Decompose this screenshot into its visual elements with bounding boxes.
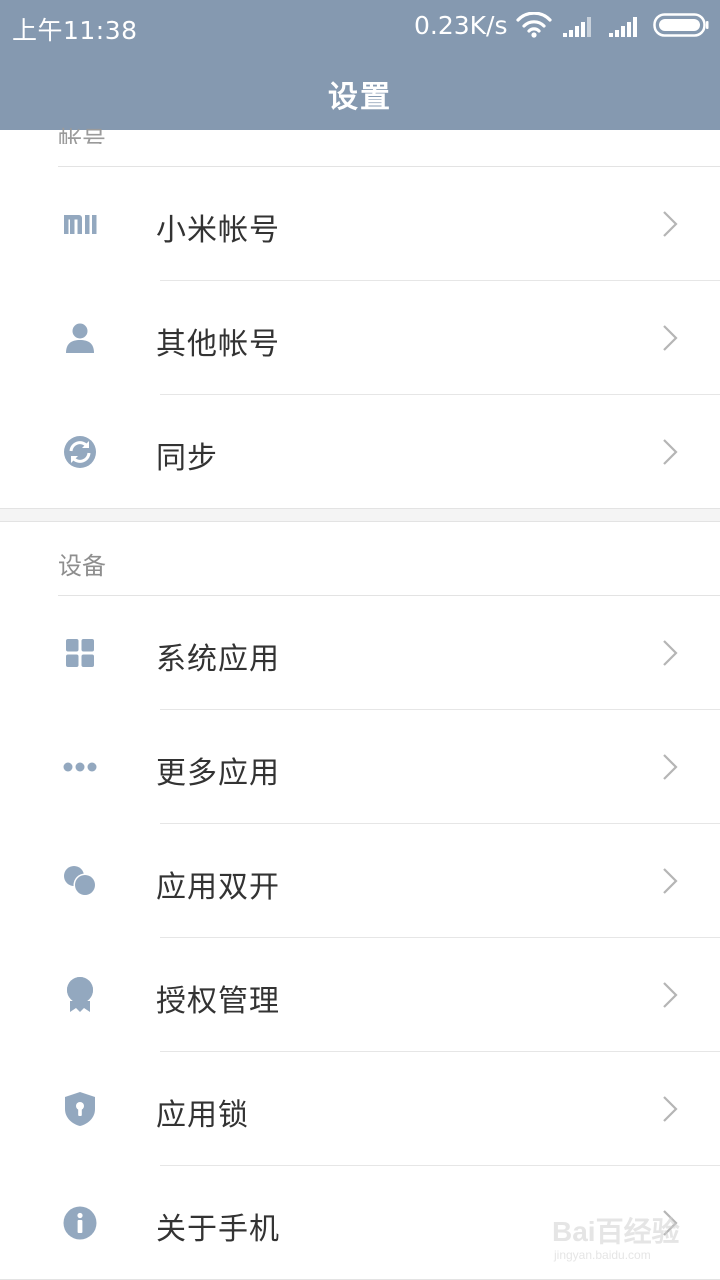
person-icon (62, 320, 98, 356)
chevron-right-icon (663, 640, 678, 666)
signal-icon (608, 14, 642, 43)
settings-item-label: 系统应用 (156, 642, 280, 677)
chevron-right-icon (663, 439, 678, 465)
settings-item-app-lock[interactable]: 应用锁 (0, 1052, 720, 1166)
status-network-speed: 0.23K/s (414, 11, 508, 40)
settings-item-label: 其他帐号 (156, 327, 280, 362)
battery-icon (653, 13, 709, 43)
settings-item-label: 应用锁 (156, 1098, 249, 1133)
more-dots-icon (62, 749, 98, 785)
chevron-right-icon (663, 754, 678, 780)
settings-item-label: 小米帐号 (156, 213, 280, 248)
page-title: 设置 (328, 80, 392, 115)
settings-item-more-apps[interactable]: 更多应用 (0, 710, 720, 824)
badge-icon (62, 977, 98, 1013)
chevron-right-icon (663, 868, 678, 894)
settings-item-label: 更多应用 (156, 756, 280, 791)
settings-item-other-accounts[interactable]: 其他帐号 (0, 281, 720, 395)
chevron-right-icon (663, 1210, 678, 1236)
chevron-right-icon (663, 325, 678, 351)
section-gap (0, 508, 720, 522)
sync-icon (62, 434, 98, 470)
settings-item-label: 应用双开 (156, 870, 280, 905)
status-time: 上午11:38 (12, 16, 138, 45)
dual-circles-icon (62, 863, 98, 899)
settings-item-dual-apps[interactable]: 应用双开 (0, 824, 720, 938)
chevron-right-icon (663, 982, 678, 1008)
settings-item-permissions[interactable]: 授权管理 (0, 938, 720, 1052)
settings-item-system-apps[interactable]: 系统应用 (0, 596, 720, 710)
chevron-right-icon (663, 211, 678, 237)
app-header: 上午11:38 0.23K/s 设置 (0, 0, 720, 130)
wifi-icon (516, 11, 552, 44)
settings-item-mi-account[interactable]: 小米帐号 (0, 167, 720, 281)
info-icon (62, 1205, 98, 1241)
status-bar: 上午11:38 0.23K/s (0, 0, 720, 52)
chevron-right-icon (663, 1096, 678, 1122)
section-label-account: 帐号 (58, 126, 106, 144)
settings-item-label: 同步 (156, 441, 218, 476)
settings-item-label: 关于手机 (156, 1212, 280, 1247)
shield-lock-icon (62, 1091, 98, 1127)
mi-logo-icon (62, 206, 98, 242)
settings-item-sync[interactable]: 同步 (0, 395, 720, 509)
settings-item-label: 授权管理 (156, 984, 280, 1019)
section-label-device: 设备 (58, 552, 106, 580)
signal-icon (562, 14, 596, 43)
settings-item-about-phone[interactable]: 关于手机 (0, 1166, 720, 1280)
grid-icon (62, 635, 98, 671)
